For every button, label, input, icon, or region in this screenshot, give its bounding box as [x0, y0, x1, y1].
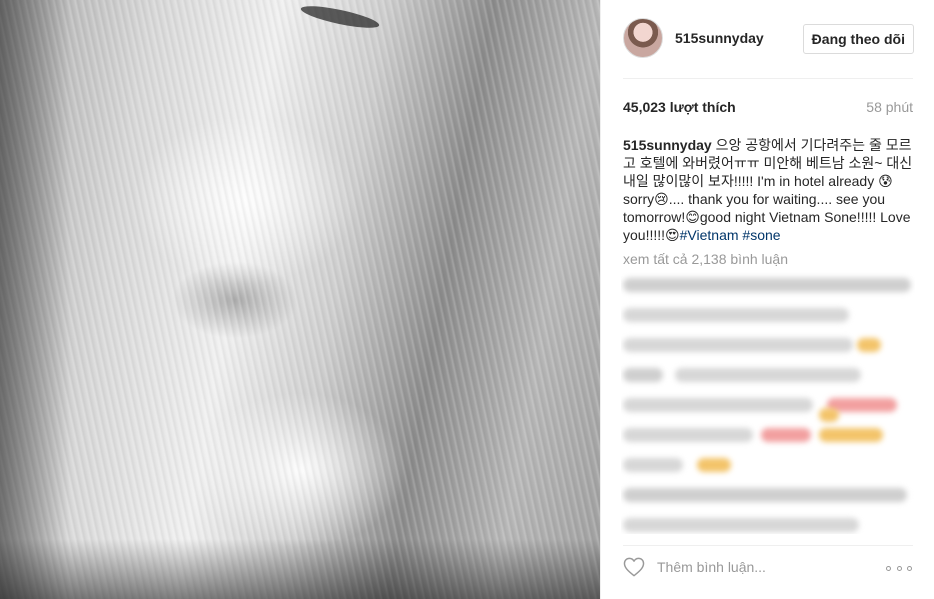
post-photo — [0, 0, 600, 599]
footer-divider — [623, 545, 913, 546]
list-item — [621, 392, 915, 422]
header-divider — [623, 78, 913, 79]
likes-count[interactable]: 45,023 lượt thích — [623, 99, 736, 115]
username[interactable]: 515sunnyday — [675, 30, 764, 46]
list-item — [621, 332, 915, 358]
list-item — [621, 272, 915, 298]
list-item — [621, 302, 915, 328]
list-item — [621, 482, 915, 508]
photo-shadow-left — [0, 0, 70, 599]
blurred-comments-list — [621, 272, 915, 534]
more-dot — [907, 565, 912, 571]
list-item — [621, 512, 915, 534]
hashtag-vietnam[interactable]: #Vietnam — [680, 227, 739, 243]
add-comment-input[interactable] — [657, 556, 857, 578]
view-all-comments-link[interactable]: xem tất cả 2,138 bình luận — [623, 251, 788, 267]
likes-row: 45,023 lượt thích 58 phút — [623, 99, 913, 117]
caption-username[interactable]: 515sunnyday — [623, 137, 712, 153]
post-header: 515sunnyday Đang theo dõi — [623, 18, 914, 60]
list-item — [621, 422, 915, 448]
following-button[interactable]: Đang theo dõi — [802, 24, 914, 54]
post-time[interactable]: 58 phút — [866, 99, 913, 115]
heart-outline-icon[interactable] — [623, 557, 645, 577]
more-options-icon[interactable] — [886, 560, 912, 576]
photo-texture — [0, 0, 600, 599]
post-caption: 515sunnyday 으앙 공항에서 기다려주는 줄 모르고 호텔에 와버렸어… — [623, 136, 915, 244]
post-side-panel: 515sunnyday Đang theo dõi 45,023 lượt th… — [600, 0, 934, 599]
more-dot — [886, 565, 891, 571]
photo-shadow-bottom — [0, 539, 600, 599]
hashtag-sone[interactable]: #sone — [742, 227, 780, 243]
avatar[interactable] — [623, 18, 663, 58]
list-item — [621, 362, 915, 388]
more-dot — [896, 565, 902, 571]
list-item — [621, 452, 915, 478]
